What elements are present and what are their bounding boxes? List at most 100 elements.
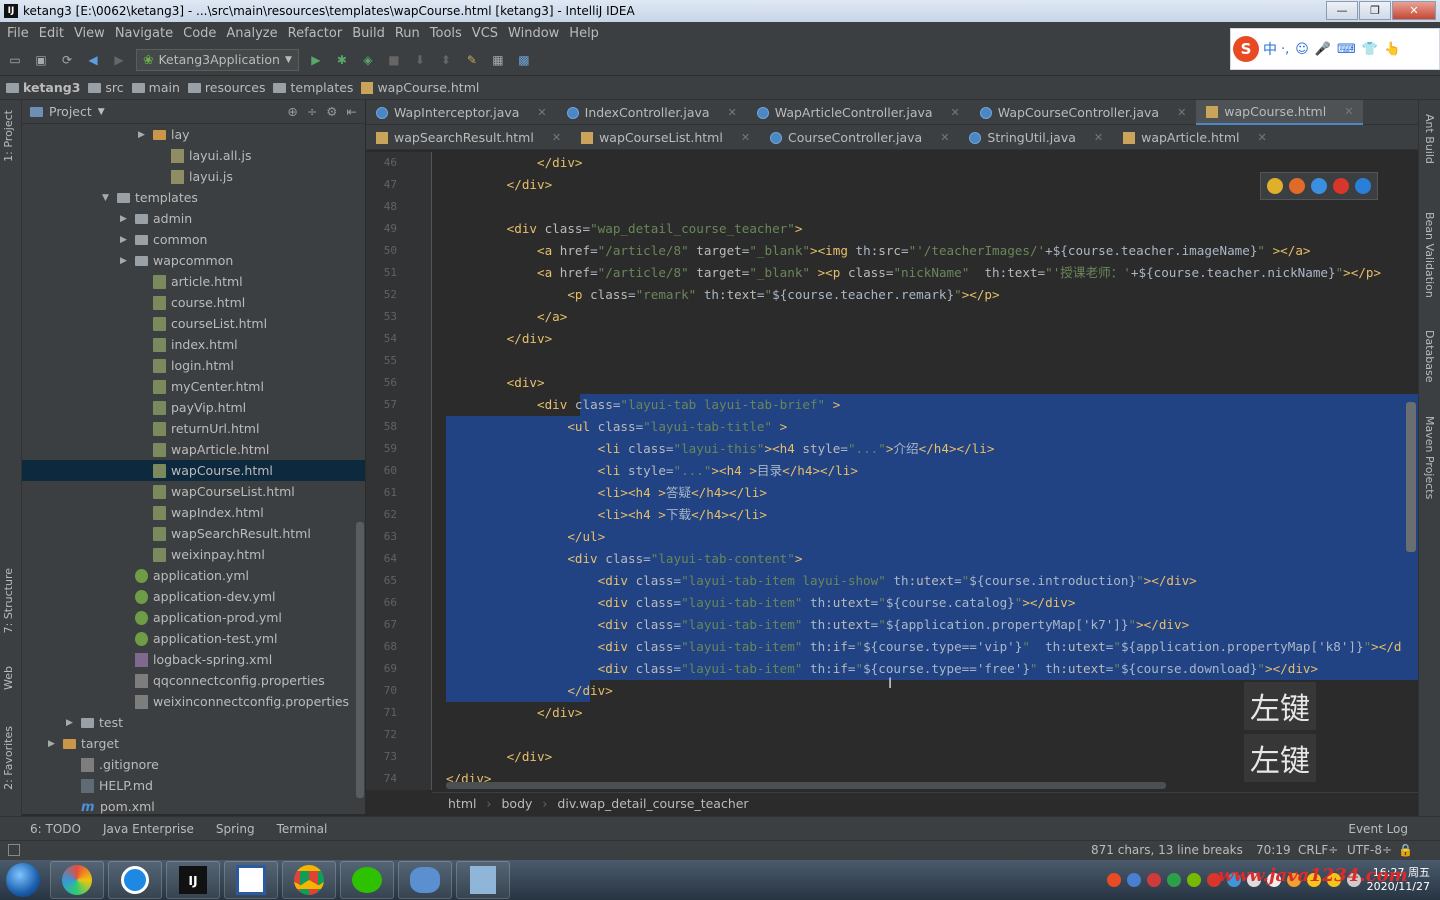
chevron-down-icon[interactable]: ▼ [98,107,105,117]
settings-icon[interactable]: ✎ [463,51,481,69]
firefox-icon[interactable] [1289,178,1305,194]
tree-item[interactable]: ▶ common [120,229,207,250]
editor-tab[interactable]: StringUtil.java ✕ [959,125,1113,150]
tool-tab-ant-build[interactable]: Ant Build [1423,114,1436,164]
tree-item[interactable]: m pom.xml [66,796,155,814]
editor-tab[interactable]: wapSearchResult.html ✕ [366,125,571,150]
event-log[interactable]: Event Log [1348,822,1408,836]
tool-tab-web[interactable]: Web [2,666,15,690]
project-scrollbar[interactable] [356,522,364,798]
menu-view[interactable]: View [69,26,110,41]
line-separator[interactable]: CRLF÷ [1298,843,1338,857]
forward-icon[interactable]: ▶ [110,51,128,69]
tree-item[interactable]: article.html [138,271,243,292]
update-icon[interactable]: ⬍ [437,51,455,69]
open-folder-icon[interactable]: ▭ [6,51,24,69]
menu-analyze[interactable]: Analyze [221,26,282,41]
breadcrumb-item[interactable]: templates [273,80,353,95]
editor-breadcrumb-item[interactable]: div.wap_detail_course_teacher [557,796,748,811]
editor-tab[interactable]: wapCourseList.html ✕ [571,125,760,150]
ime-toolbar[interactable]: S 中 ·, ☺ 🎤 ⌨ 👕 👆 [1230,28,1440,70]
tab-close-icon[interactable]: ✕ [537,106,546,119]
start-button[interactable] [0,860,46,900]
tree-item[interactable]: ▶ admin [120,208,192,229]
chevron-right-icon[interactable]: ▶ [120,256,130,266]
tray-box-icon[interactable] [1126,873,1141,887]
run-configuration-select[interactable]: ❀ Ketang3Application ▼ [136,48,299,71]
tool-tab-structure[interactable]: 7: Structure [2,568,15,633]
tab-close-icon[interactable]: ✕ [552,131,561,144]
tree-item[interactable]: ▶ test [66,712,123,733]
taskbar-app-navicat-icon[interactable] [224,861,278,899]
tree-item[interactable]: layui.js [156,166,233,187]
ime-mode-label[interactable]: 中 [1263,39,1277,59]
ime-icon[interactable]: ⌨ [1337,42,1356,57]
tab-close-icon[interactable]: ✕ [741,131,750,144]
tree-item[interactable]: payVip.html [138,397,246,418]
debug-icon[interactable]: ✱ [333,51,351,69]
chevron-right-icon[interactable]: ▶ [120,235,130,245]
menu-file[interactable]: File [2,26,34,41]
run-icon[interactable]: ▶ [307,51,325,69]
tray-badge-icon[interactable] [1146,873,1161,887]
chrome-icon[interactable] [1267,178,1283,194]
collapse-icon[interactable]: ÷ [307,104,317,119]
project-title[interactable]: Project [49,104,92,119]
menu-window[interactable]: Window [503,26,564,41]
taskbar-app-intellij-icon[interactable]: IJ [166,861,220,899]
tree-item[interactable]: weixinconnectconfig.properties [120,691,349,712]
caret-position[interactable]: 70:19 [1256,843,1291,857]
tree-item[interactable]: myCenter.html [138,376,264,397]
breadcrumb-item[interactable]: main [131,80,180,95]
tree-item[interactable]: ▶ target [48,733,119,754]
editor-tab[interactable]: IndexController.java ✕ [557,100,747,125]
gear-icon[interactable]: ⚙ [326,104,337,119]
ie-icon[interactable] [1355,178,1371,194]
tree-item[interactable]: wapArticle.html [138,439,269,460]
taskbar-app-chrome-icon[interactable] [282,861,336,899]
menu-tools[interactable]: Tools [425,26,467,41]
menu-vcs[interactable]: VCS [467,26,503,41]
tree-item[interactable]: returnUrl.html [138,418,259,439]
breadcrumb-item[interactable]: ketang3 [6,80,80,95]
tree-item[interactable]: application-test.yml [120,628,278,649]
tree-item[interactable]: login.html [138,355,234,376]
tree-item[interactable]: ▶ lay [138,124,190,145]
breadcrumb-item[interactable]: resources [187,80,265,95]
tree-item[interactable]: application-prod.yml [120,607,282,628]
editor-tab[interactable]: CourseController.java ✕ [760,125,959,150]
tool-java-enterprise[interactable]: Java Enterprise [103,822,194,836]
close-button[interactable]: ✕ [1392,1,1436,20]
tray-sogou-icon[interactable] [1106,873,1121,887]
taskbar-app-ball-icon[interactable] [50,861,104,899]
breadcrumb-item[interactable]: wapCourse.html [361,80,479,95]
editor-tab[interactable]: wapCourse.html ✕ [1196,100,1364,125]
sync-icon[interactable]: ⟳ [58,51,76,69]
save-icon[interactable]: ▣ [32,51,50,69]
taskbar-app-notepad-icon[interactable] [456,861,510,899]
locate-icon[interactable]: ⊕ [287,104,297,119]
breadcrumb-item[interactable]: src [88,80,124,95]
taskbar-app-wechat-icon[interactable] [340,861,394,899]
editor-tab[interactable]: WapInterceptor.java ✕ [366,100,557,125]
ime-icon[interactable]: ☺ [1295,42,1309,57]
tree-item[interactable]: course.html [138,292,245,313]
tree-item[interactable]: application-dev.yml [120,586,276,607]
menu-code[interactable]: Code [178,26,221,41]
hide-icon[interactable]: ⇤ [347,104,357,119]
tool-terminal[interactable]: Terminal [277,822,328,836]
tray-nvidia-icon[interactable] [1186,873,1201,887]
editor-horizontal-scrollbar[interactable] [446,782,1166,789]
menu-navigate[interactable]: Navigate [110,26,178,41]
ime-icon[interactable]: 👆 [1384,42,1400,57]
chevron-down-icon[interactable]: ▼ [102,193,112,203]
tool-tab-project[interactable]: 1: Project [2,110,15,162]
sdk-icon[interactable]: ▩ [515,51,533,69]
taskbar-app-dolphin-icon[interactable] [398,861,452,899]
chevron-right-icon[interactable]: ▶ [48,739,58,749]
tree-item[interactable]: logback-spring.xml [120,649,272,670]
back-icon[interactable]: ◀ [84,51,102,69]
editor-tab[interactable]: wapArticle.html ✕ [1113,125,1277,150]
tab-close-icon[interactable]: ✕ [1257,131,1266,144]
lock-icon[interactable]: 🔒 [1398,843,1413,857]
